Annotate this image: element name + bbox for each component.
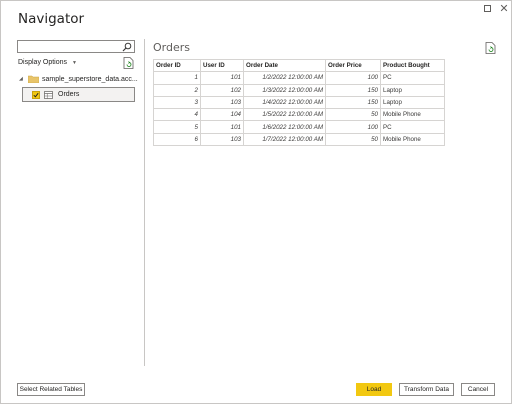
folder-icon — [28, 75, 39, 83]
preview-title: Orders — [153, 41, 190, 54]
table-cell: 1/6/2022 12:00:00 AM — [243, 120, 326, 134]
column-header: Order Price — [325, 58, 381, 73]
table-cell: 101 — [200, 71, 244, 85]
tree-root-database[interactable]: ◢ sample_superstore_data.acc... — [19, 75, 138, 83]
preview-table: Order ID User ID Order Date Order Price … — [153, 58, 445, 147]
table-cell: 50 — [325, 132, 381, 147]
table-cell: Mobile Phone — [380, 132, 445, 147]
table-cell: PC — [380, 120, 445, 134]
orders-checkbox[interactable] — [32, 90, 40, 99]
table-cell: 1/2/2022 12:00:00 AM — [243, 71, 326, 85]
table-row: 1 101 1/2/2022 12:00:00 AM 100 PC — [153, 71, 445, 85]
transform-data-button[interactable]: Transform Data — [399, 383, 454, 396]
column-header: Product Bought — [380, 58, 445, 73]
maximize-icon — [483, 4, 491, 12]
table-row: 3 103 1/4/2022 12:00:00 AM 150 Laptop — [153, 95, 445, 110]
search-box[interactable] — [17, 40, 135, 53]
table-row: 5 101 1/6/2022 12:00:00 AM 100 PC — [153, 120, 445, 134]
table-cell: 5 — [153, 120, 201, 134]
checkmark-icon — [33, 92, 39, 98]
column-header: User ID — [200, 58, 244, 73]
database-label: sample_superstore_data.acc... — [42, 75, 138, 83]
table-cell: 3 — [153, 95, 201, 110]
table-cell: 1/7/2022 12:00:00 AM — [243, 132, 326, 147]
table-cell: 150 — [325, 83, 381, 97]
table-cell: 100 — [325, 71, 381, 85]
table-row: 6 103 1/7/2022 12:00:00 AM 50 Mobile Pho… — [153, 132, 445, 147]
tree-item-label: Orders — [58, 91, 80, 98]
column-header: Order ID — [153, 58, 201, 73]
table-cell: 150 — [325, 95, 381, 110]
dialog-title: Navigator — [18, 11, 85, 27]
navigator-dialog: Navigator ✕ Display Options ▼ ◢ sample_s… — [0, 0, 512, 404]
table-cell: Mobile Phone — [380, 108, 445, 122]
table-cell: 50 — [325, 108, 381, 122]
search-icon[interactable] — [122, 42, 132, 52]
select-related-tables-button[interactable]: Select Related Tables — [17, 383, 85, 396]
table-cell: 1/5/2022 12:00:00 AM — [243, 108, 326, 122]
table-cell: 6 — [153, 132, 201, 147]
table-cell: PC — [380, 71, 445, 85]
display-options-dropdown[interactable]: Display Options ▼ — [18, 59, 77, 66]
table-cell: 1/4/2022 12:00:00 AM — [243, 95, 326, 110]
table-cell: 1 — [153, 71, 201, 85]
table-icon — [44, 90, 53, 99]
table-cell: 103 — [200, 132, 244, 147]
table-row: 2 102 1/3/2022 12:00:00 AM 150 Laptop — [153, 83, 445, 97]
panel-divider[interactable] — [144, 39, 145, 366]
chevron-down-icon: ▼ — [72, 59, 77, 66]
table-cell: Laptop — [380, 83, 445, 97]
table-cell: 104 — [200, 108, 244, 122]
table-cell: 100 — [325, 120, 381, 134]
table-cell: 4 — [153, 108, 201, 122]
tree-item-orders[interactable]: Orders — [22, 87, 135, 102]
export-preview-icon[interactable] — [485, 42, 496, 54]
table-cell: 101 — [200, 120, 244, 134]
refresh-icon[interactable] — [123, 57, 134, 69]
close-button[interactable]: ✕ — [497, 2, 511, 15]
load-button[interactable]: Load — [356, 383, 392, 396]
table-cell: 102 — [200, 83, 244, 97]
maximize-button[interactable] — [480, 2, 494, 14]
column-header: Order Date — [243, 58, 326, 73]
table-row: 4 104 1/5/2022 12:00:00 AM 50 Mobile Pho… — [153, 108, 445, 122]
table-cell: 2 — [153, 83, 201, 97]
table-cell: 103 — [200, 95, 244, 110]
display-options-label: Display Options — [18, 59, 68, 66]
collapse-triangle-icon[interactable]: ◢ — [19, 76, 26, 82]
table-cell: Laptop — [380, 95, 445, 110]
table-cell: 1/3/2022 12:00:00 AM — [243, 83, 326, 97]
table-header-row: Order ID User ID Order Date Order Price … — [153, 58, 445, 73]
cancel-button[interactable]: Cancel — [461, 383, 495, 396]
close-icon: ✕ — [499, 2, 509, 15]
